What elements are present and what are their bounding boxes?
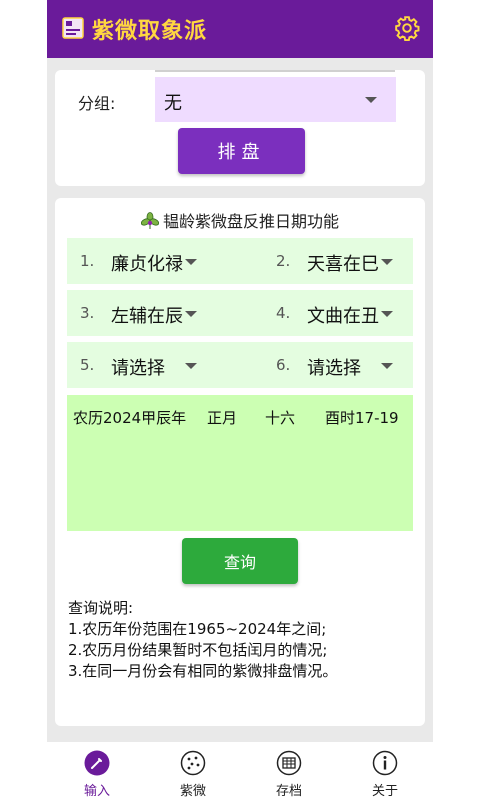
app-screen: 紫微取象派 分组: 无 排盘 韫龄紫微盘反推日期功能 1. 廉贞化禄 2. 天喜…	[47, 0, 433, 800]
notes-heading: 查询说明:	[68, 599, 134, 617]
selector-number: 2.	[276, 252, 291, 270]
selector-5[interactable]: 5. 请选择	[67, 342, 240, 388]
app-bar: 紫微取象派	[47, 0, 433, 58]
reverse-card: 韫龄紫微盘反推日期功能 1. 廉贞化禄 2. 天喜在巳 3. 左辅在辰 4. 文…	[55, 198, 425, 726]
result-hour: 酉时17-19	[325, 409, 399, 427]
app-title: 紫微取象派	[92, 19, 208, 44]
selector-value: 文曲在丑	[307, 306, 379, 327]
selector-number: 3.	[80, 304, 95, 322]
info-icon	[372, 750, 398, 776]
selector-value: 左辅在辰	[111, 306, 183, 327]
paipan-button[interactable]: 排盘	[178, 128, 305, 174]
chevron-down-icon	[381, 259, 393, 265]
selector-3[interactable]: 3. 左辅在辰	[67, 290, 240, 336]
selector-4[interactable]: 4. 文曲在丑	[263, 290, 436, 336]
nav-item-about[interactable]: 关于	[337, 742, 433, 800]
chevron-down-icon	[185, 363, 197, 369]
group-card: 分组: 无 排盘	[55, 70, 425, 186]
section-title-text: 韫龄紫微盘反推日期功能	[162, 212, 339, 231]
selector-6[interactable]: 6. 请选择	[263, 342, 436, 388]
divider	[155, 70, 395, 72]
chevron-down-icon	[381, 363, 393, 369]
chevron-down-icon	[185, 259, 197, 265]
selector-number: 6.	[276, 356, 291, 374]
archive-icon	[276, 750, 302, 776]
selector-number: 1.	[80, 252, 95, 270]
note-line: 2.农历月份结果暂时不包括闰月的情况;	[68, 641, 328, 659]
starchart-icon	[180, 750, 206, 776]
selector-value: 请选择	[307, 358, 361, 379]
query-notes: 查询说明: 1.农历年份范围在1965~2024年之间; 2.农历月份结果暂时不…	[68, 598, 337, 682]
right-margin	[433, 0, 480, 800]
nav-label: 输入	[83, 784, 110, 799]
nav-item-archive[interactable]: 存档	[241, 742, 337, 800]
nav-label: 紫微	[179, 784, 206, 799]
nav-item-ziwei[interactable]: 紫微	[145, 742, 241, 800]
flower-icon	[140, 212, 159, 229]
selector-value: 廉贞化禄	[111, 254, 183, 275]
selector-number: 5.	[80, 356, 95, 374]
left-margin	[0, 0, 47, 800]
pen-icon	[84, 750, 110, 776]
result-month: 正月	[207, 409, 238, 427]
result-day: 十六	[265, 409, 296, 427]
group-label: 分组:	[78, 94, 116, 113]
gear-icon[interactable]	[394, 15, 420, 41]
result-year: 农历2024甲辰年	[73, 409, 187, 427]
book-icon	[62, 17, 84, 39]
selector-2[interactable]: 2. 天喜在巳	[263, 238, 436, 284]
note-line: 3.在同一月份会有相同的紫微排盘情况。	[68, 662, 338, 680]
group-select[interactable]: 无	[155, 77, 396, 122]
query-button[interactable]: 查询	[182, 538, 298, 584]
nav-label: 存档	[275, 784, 302, 799]
nav-label: 关于	[371, 784, 398, 799]
note-line: 1.农历年份范围在1965~2024年之间;	[68, 620, 327, 638]
result-box: 农历2024甲辰年 正月 十六 酉时17-19	[67, 395, 413, 531]
selector-row-2: 3. 左辅在辰 4. 文曲在丑	[67, 290, 413, 336]
selector-value: 天喜在巳	[307, 254, 379, 275]
chevron-down-icon	[365, 97, 377, 103]
selector-value: 请选择	[111, 358, 165, 379]
chevron-down-icon	[185, 311, 197, 317]
group-select-value: 无	[164, 93, 182, 114]
selector-number: 4.	[276, 304, 291, 322]
selector-row-3: 5. 请选择 6. 请选择	[67, 342, 413, 388]
section-title: 韫龄紫微盘反推日期功能	[55, 208, 425, 232]
nav-item-input[interactable]: 输入	[49, 742, 145, 800]
bottom-nav: 输入 紫微 存档 关于	[47, 742, 433, 800]
selector-1[interactable]: 1. 廉贞化禄	[67, 238, 240, 284]
selector-row-1: 1. 廉贞化禄 2. 天喜在巳	[67, 238, 413, 284]
chevron-down-icon	[381, 311, 393, 317]
